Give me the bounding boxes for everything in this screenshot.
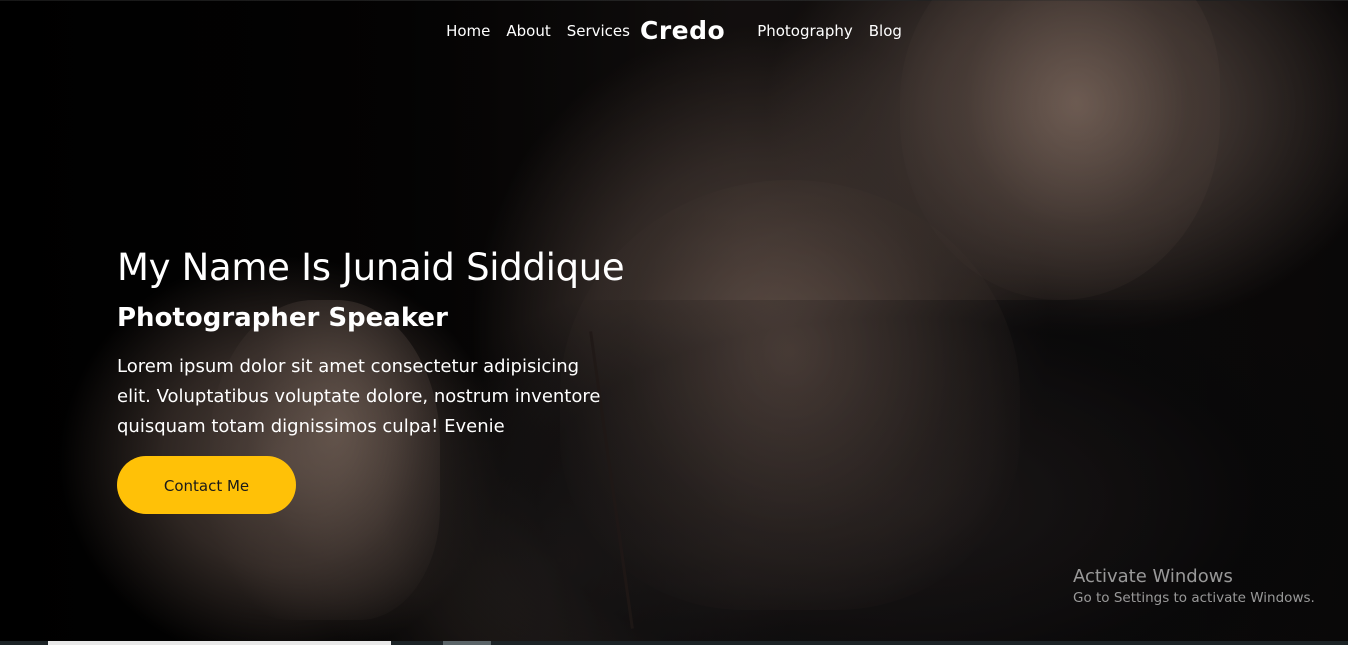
nav-link-about[interactable]: About [498, 16, 558, 46]
brand-logo[interactable]: Credo [638, 14, 749, 48]
main-navigation: Home About Services Credo Photography Bl… [0, 14, 1348, 48]
hero-title: My Name Is Junaid Siddique [117, 246, 625, 289]
watermark-subtitle: Go to Settings to activate Windows. [1073, 590, 1315, 606]
watermark-title: Activate Windows [1073, 566, 1233, 587]
nav-right-group: Photography Blog [749, 16, 910, 46]
nav-link-services[interactable]: Services [559, 16, 638, 46]
hero-content: My Name Is Junaid Siddique Photographer … [117, 244, 677, 514]
hero-subtitle: Photographer Speaker [117, 303, 448, 333]
hero-section: Home About Services Credo Photography Bl… [0, 0, 1348, 645]
hero-description: Lorem ipsum dolor sit amet consectetur a… [117, 356, 601, 437]
contact-me-button[interactable]: Contact Me [117, 456, 296, 514]
nav-link-photography[interactable]: Photography [749, 16, 861, 46]
nav-link-home[interactable]: Home [438, 16, 498, 46]
horizontal-scrollbar[interactable] [0, 641, 1348, 645]
windows-activation-watermark: Activate Windows Go to Settings to activ… [1073, 565, 1333, 607]
nav-left-group: Home About Services [438, 16, 638, 46]
nav-link-blog[interactable]: Blog [861, 16, 910, 46]
scrollbar-segment [443, 641, 491, 645]
scrollbar-thumb[interactable] [48, 641, 391, 645]
